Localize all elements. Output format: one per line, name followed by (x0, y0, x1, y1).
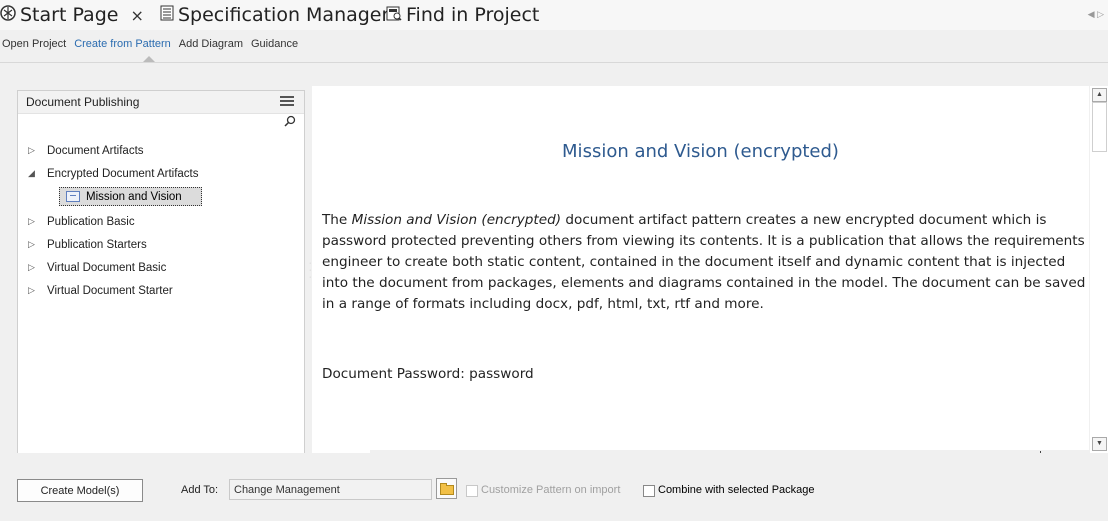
subtab-create-from-pattern[interactable]: Create from Pattern (72, 38, 177, 56)
tree-item-publication-basic[interactable]: ▷ Publication Basic (18, 210, 304, 233)
pattern-tree: ▷ Document Artifacts ◢ Encrypted Documen… (18, 139, 304, 302)
expand-icon[interactable]: ▷ (28, 285, 38, 296)
combine-package-checkbox[interactable] (643, 485, 655, 497)
expand-icon[interactable]: ▷ (28, 239, 38, 250)
expand-icon[interactable]: ▷ (28, 145, 38, 156)
tab-start-page[interactable]: Start Page × (0, 2, 144, 28)
divider (0, 62, 1108, 63)
expand-icon[interactable]: ▷ (28, 262, 38, 273)
combine-package-label: Combine with selected Package (658, 484, 815, 496)
search-icon[interactable] (284, 115, 296, 130)
tree-item-label: Virtual Document Basic (47, 261, 167, 274)
splitter-handle[interactable]: · · · (309, 260, 311, 281)
document-tab-bar: Start Page × Specification Manager Find … (0, 0, 1108, 30)
tree-item-virtual-document-starter[interactable]: ▷ Virtual Document Starter (18, 279, 304, 302)
tree-item-label: Publication Starters (47, 238, 147, 251)
pattern-tree-panel: Document Publishing ▷ Document Artifacts… (17, 90, 305, 455)
menu-icon[interactable] (280, 96, 294, 107)
tab-find-in-project[interactable]: Find in Project (386, 2, 539, 28)
panel-title: Document Publishing (26, 95, 140, 109)
start-page-icon (0, 4, 16, 26)
bottom-toolbar: Create Model(s) Add To: Change Managemen… (0, 453, 1108, 521)
customize-pattern-checkbox[interactable] (466, 485, 478, 497)
expand-icon[interactable]: ▷ (28, 216, 38, 227)
pattern-description-text: The Mission and Vision (encrypted) docum… (322, 212, 1086, 312)
pattern-title: Mission and Vision (encrypted) (562, 141, 839, 162)
panel-header: Document Publishing (18, 91, 304, 114)
pattern-description: Mission and Vision (encrypted) The Missi… (312, 86, 1089, 453)
add-to-label: Add To: (181, 484, 219, 496)
document-icon (66, 191, 80, 202)
tree-item-label: Virtual Document Starter (47, 284, 173, 297)
add-to-field[interactable]: Change Management (229, 479, 432, 500)
tab-label: Find in Project (406, 4, 540, 26)
tree-item-publication-starters[interactable]: ▷ Publication Starters (18, 233, 304, 256)
subtab-open-project[interactable]: Open Project (0, 38, 72, 56)
scroll-up-icon[interactable]: ▲ (1092, 88, 1107, 102)
tree-item-document-artifacts[interactable]: ▷ Document Artifacts (18, 139, 304, 162)
document-password-text: Document Password: password (322, 366, 534, 382)
specification-icon (160, 4, 174, 26)
subtab-add-diagram[interactable]: Add Diagram (177, 38, 249, 56)
tree-item-label: Encrypted Document Artifacts (47, 167, 199, 180)
tab-label: Start Page (20, 4, 119, 26)
vertical-scrollbar[interactable]: ▲ ▼ (1090, 86, 1108, 453)
tree-item-label: Mission and Vision (86, 190, 182, 203)
scroll-thumb[interactable] (1092, 102, 1107, 152)
tab-scroll-arrows[interactable]: ◀ ▷ (1088, 9, 1104, 20)
folder-icon[interactable] (436, 478, 457, 499)
collapse-icon[interactable]: ◢ (28, 168, 38, 179)
scroll-down-icon[interactable]: ▼ (1092, 437, 1107, 451)
start-page-subtabs: Open Project Create from Pattern Add Dia… (0, 38, 1108, 56)
create-models-button[interactable]: Create Model(s) (17, 479, 143, 502)
customize-pattern-label: Customize Pattern on import (481, 484, 621, 496)
tab-label: Specification Manager (178, 4, 390, 26)
close-icon[interactable]: × (130, 6, 143, 25)
tree-item-label: Publication Basic (47, 215, 135, 228)
tree-item-label: Document Artifacts (47, 144, 144, 157)
tree-item-virtual-document-basic[interactable]: ▷ Virtual Document Basic (18, 256, 304, 279)
tree-item-mission-and-vision[interactable]: Mission and Vision (59, 187, 202, 206)
tab-specification-manager[interactable]: Specification Manager (160, 2, 389, 28)
find-icon (386, 4, 402, 26)
subtab-guidance[interactable]: Guidance (249, 38, 304, 56)
tree-item-encrypted-document-artifacts[interactable]: ◢ Encrypted Document Artifacts (18, 162, 304, 185)
